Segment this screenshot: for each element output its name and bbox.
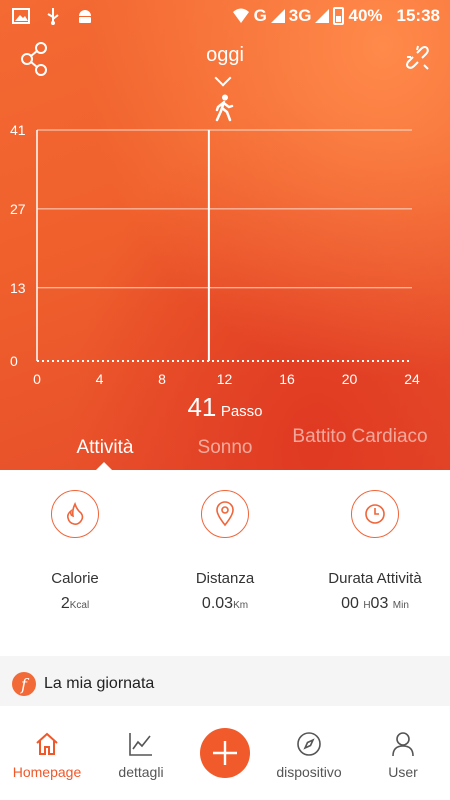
y-tick-label: 27 — [10, 201, 26, 217]
nav-dispositivo[interactable]: dispositivo — [264, 730, 354, 780]
stat-value-calorie: 2Kcal — [60, 595, 90, 612]
stat-value-distanza: 0.03Km — [201, 595, 249, 612]
nav-label-homepage: Homepage — [12, 764, 82, 780]
x-tick-label: 4 — [96, 371, 104, 387]
chart-line-icon — [129, 733, 152, 756]
battery-icon — [333, 7, 345, 25]
usb-icon — [47, 8, 59, 25]
wifi-icon — [232, 8, 249, 23]
signal-icon — [270, 9, 285, 23]
x-tick-label: 20 — [342, 371, 358, 387]
my-day-label: La mia giornata — [44, 675, 155, 692]
location-pin-icon — [201, 490, 249, 538]
tab-indicator — [96, 462, 112, 470]
nav-homepage[interactable]: Homepage — [2, 730, 92, 780]
plus-icon — [213, 741, 237, 765]
stat-durata: Durata Attività 00 H03 Min — [300, 490, 450, 613]
tab-battito-cardiaco[interactable]: Battito Cardiaco — [290, 426, 430, 448]
nav-label-dettagli: dettagli — [118, 764, 164, 780]
steps-unit: Passo — [220, 403, 263, 420]
nav-user[interactable]: User — [358, 730, 448, 780]
nav-label-user: User — [388, 764, 418, 780]
network-g: G — [253, 6, 267, 25]
stat-distanza: Distanza 0.03Km — [150, 490, 300, 613]
chevron-down-icon[interactable] — [214, 69, 232, 87]
nav-dettagli[interactable]: dettagli — [96, 730, 186, 780]
android-icon — [79, 10, 91, 23]
x-tick-label: 24 — [404, 371, 420, 387]
x-tick-label: 16 — [279, 371, 295, 387]
steps-summary: 41 Passo — [0, 392, 450, 423]
hero-panel: G 3G 40% 15:38 oggi 0 13 27 41 0 4 8 12 16 20 24 … — [0, 0, 450, 470]
clock-time: 15:38 — [396, 6, 440, 25]
x-tick-label: 8 — [158, 371, 166, 387]
battery-percent: 40% — [348, 6, 383, 25]
compass-icon — [297, 732, 321, 756]
status-right: G 3G 40% 15:38 — [232, 6, 440, 26]
network-3g: 3G — [288, 6, 312, 25]
stat-value-durata: 00 H03 Min — [341, 595, 409, 612]
date-selector[interactable]: oggi — [0, 44, 450, 67]
steps-count: 41 — [187, 392, 217, 422]
unlink-icon[interactable] — [404, 44, 430, 72]
bottom-nav: Homepage dettagli dispositivo User — [0, 710, 450, 800]
nav-label-dispositivo: dispositivo — [276, 764, 342, 780]
image-notification-icon — [12, 8, 30, 24]
stat-calorie: Calorie 2Kcal — [0, 490, 150, 613]
activity-chart: 0 13 27 41 0 4 8 12 16 20 24 — [10, 122, 420, 387]
stat-label-calorie: Calorie — [51, 570, 99, 587]
tab-attivita[interactable]: Attività — [60, 437, 150, 459]
stat-label-durata: Durata Attività — [328, 570, 422, 587]
flame-icon — [51, 490, 99, 538]
y-tick-label: 0 — [10, 353, 18, 369]
x-tick-label: 12 — [217, 371, 233, 387]
tab-sonno[interactable]: Sonno — [180, 437, 270, 459]
y-tick-label: 13 — [10, 280, 26, 296]
y-tick-label: 41 — [10, 122, 26, 138]
clock-icon — [351, 490, 399, 538]
add-button[interactable] — [200, 728, 250, 778]
signal-icon-2 — [315, 9, 330, 23]
home-icon — [36, 732, 58, 755]
stat-label-distanza: Distanza — [195, 570, 255, 587]
status-left — [12, 7, 94, 25]
status-bar: G 3G 40% 15:38 — [0, 0, 450, 32]
user-icon — [392, 732, 414, 757]
x-tick-label: 0 — [33, 371, 41, 387]
my-day-row[interactable]: f La mia giornata — [12, 672, 154, 696]
my-day-badge-icon: f — [12, 672, 36, 696]
